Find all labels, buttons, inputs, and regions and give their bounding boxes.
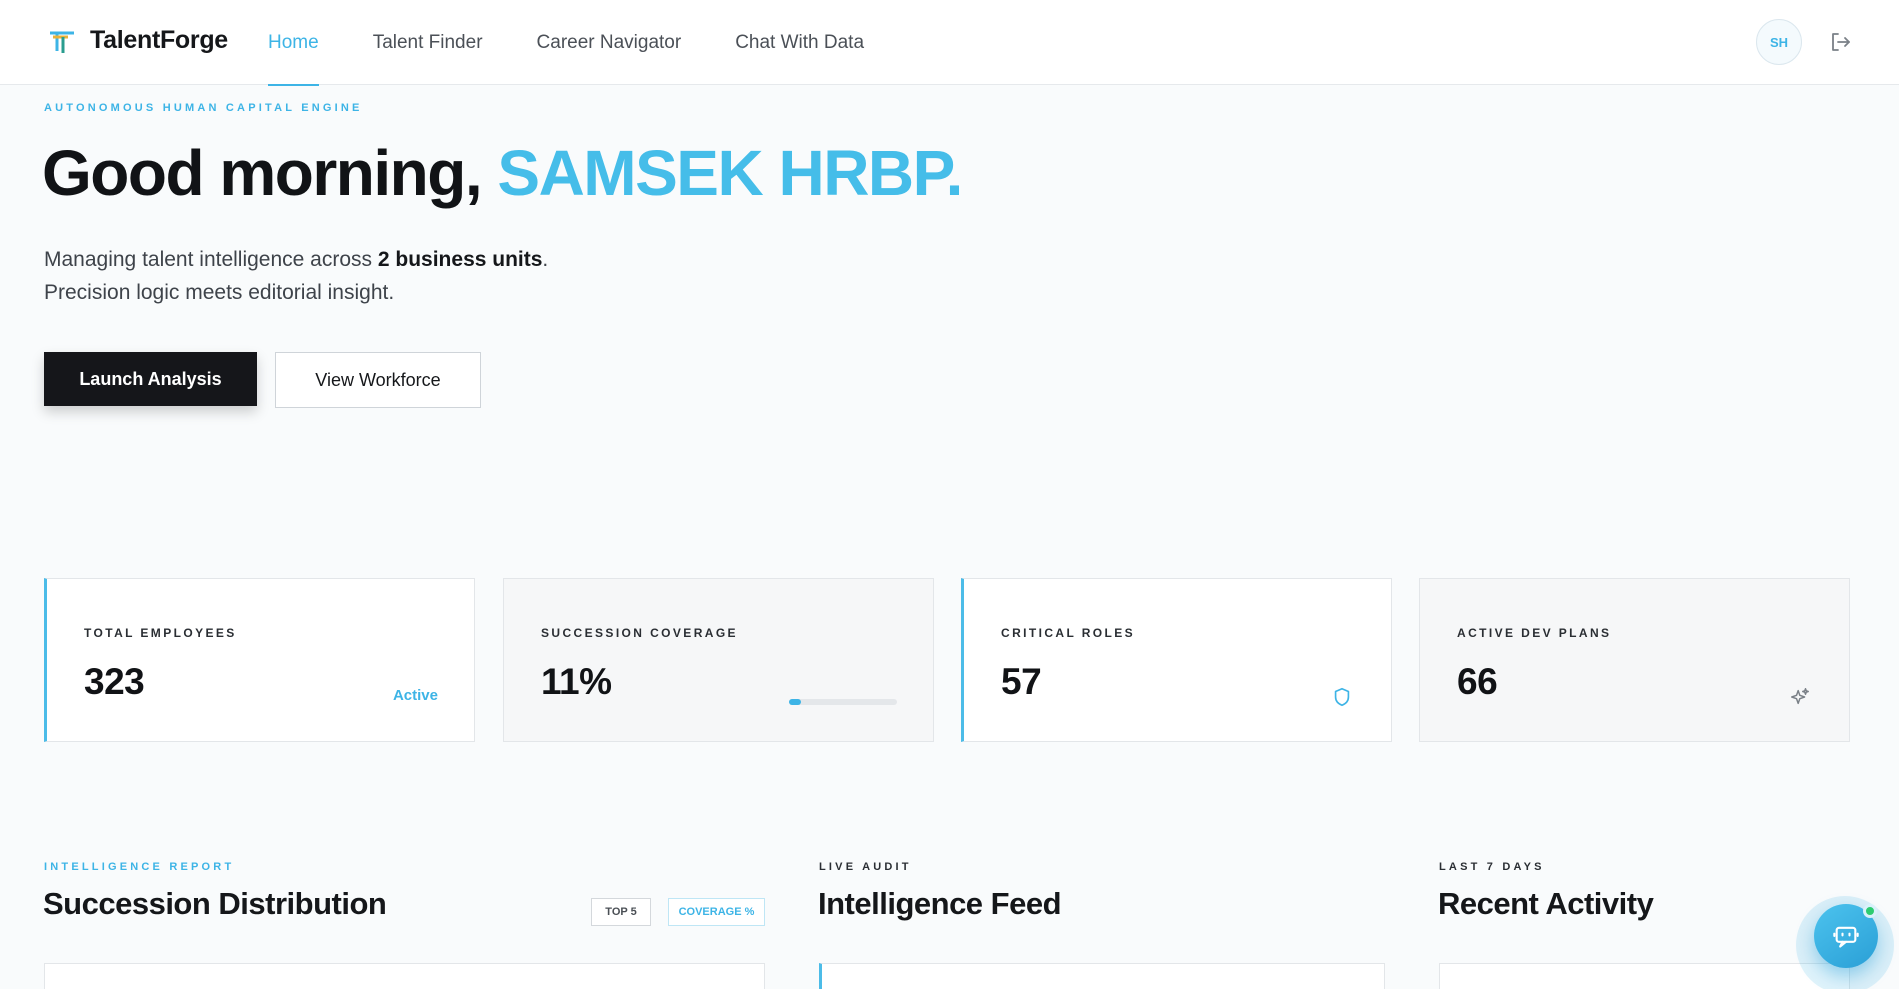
- main-nav: Home Talent Finder Career Navigator Chat…: [268, 0, 918, 86]
- sparkles-icon: [1791, 688, 1809, 705]
- user-avatar[interactable]: SH: [1756, 19, 1802, 65]
- brand[interactable]: TalentForge: [48, 26, 228, 55]
- stat-card-succession-coverage[interactable]: SUCCESSION COVERAGE 11%: [503, 578, 934, 742]
- nav-talent-finder[interactable]: Talent Finder: [373, 0, 483, 85]
- stat-value: 66: [1457, 661, 1498, 702]
- greeting-prefix: Good morning,: [42, 137, 498, 209]
- greeting-heading: Good morning, SAMSEK HRBP.: [42, 136, 963, 210]
- succession-distribution-panel: [44, 963, 765, 989]
- top-navigation-bar: TalentForge Home Talent Finder Career Na…: [0, 0, 1899, 86]
- view-workforce-button[interactable]: View Workforce: [275, 352, 481, 408]
- hero-eyebrow: AUTONOMOUS HUMAN CAPITAL ENGINE: [44, 102, 363, 114]
- chat-bot-icon: [1833, 926, 1859, 948]
- status-badge: Active: [392, 687, 438, 704]
- subtitle-suffix: .: [542, 248, 549, 271]
- stat-label: ACTIVE DEV PLANS: [1457, 626, 1612, 640]
- succession-title: Succession Distribution: [43, 886, 387, 921]
- online-status-dot: [1863, 904, 1877, 918]
- stat-card-active-dev-plans[interactable]: ACTIVE DEV PLANS 66: [1419, 578, 1850, 742]
- succession-eyebrow: INTELLIGENCE REPORT: [44, 861, 235, 873]
- talentforge-logo-icon: [50, 31, 74, 53]
- feed-title: Intelligence Feed: [818, 886, 1062, 921]
- stat-label: TOTAL EMPLOYEES: [84, 626, 237, 640]
- stat-label: SUCCESSION COVERAGE: [541, 626, 738, 640]
- coverage-progress-bar: [789, 699, 897, 705]
- recent-activity-panel: [1439, 963, 1850, 989]
- stat-label: CRITICAL ROLES: [1001, 626, 1136, 640]
- brand-name: TalentForge: [90, 26, 228, 54]
- hero-subtitle: Managing talent intelligence across 2 bu…: [44, 243, 548, 309]
- nav-chat-with-data[interactable]: Chat With Data: [735, 0, 864, 85]
- feed-eyebrow: LIVE AUDIT: [819, 861, 912, 873]
- intelligence-feed-panel: [819, 963, 1385, 989]
- nav-career-navigator[interactable]: Career Navigator: [537, 0, 682, 85]
- coverage-progress-fill: [789, 699, 801, 705]
- launch-analysis-button[interactable]: Launch Analysis: [44, 352, 257, 406]
- hero-subtitle-line-2: Precision logic meets editorial insight.: [44, 281, 395, 304]
- hero-subtitle-line-1: Managing talent intelligence across 2 bu…: [44, 243, 548, 276]
- coverage-percent-toggle[interactable]: COVERAGE %: [668, 898, 765, 926]
- greeting-user-name: SAMSEK HRBP.: [497, 137, 963, 209]
- stat-card-critical-roles[interactable]: CRITICAL ROLES 57: [961, 578, 1392, 742]
- shield-icon: [1334, 687, 1350, 707]
- top-5-toggle[interactable]: TOP 5: [591, 898, 651, 926]
- stat-value: 57: [1001, 661, 1042, 702]
- stat-value: 11%: [541, 661, 612, 702]
- subtitle-prefix: Managing talent intelligence across: [44, 248, 378, 271]
- stat-card-total-employees[interactable]: TOTAL EMPLOYEES 323 Active: [44, 578, 475, 742]
- stat-value: 323: [84, 661, 145, 702]
- nav-home[interactable]: Home: [268, 0, 319, 86]
- business-unit-count: 2 business units: [377, 248, 543, 271]
- activity-eyebrow: LAST 7 DAYS: [1439, 861, 1545, 873]
- logout-icon[interactable]: [1828, 30, 1852, 54]
- activity-title: Recent Activity: [1438, 886, 1654, 921]
